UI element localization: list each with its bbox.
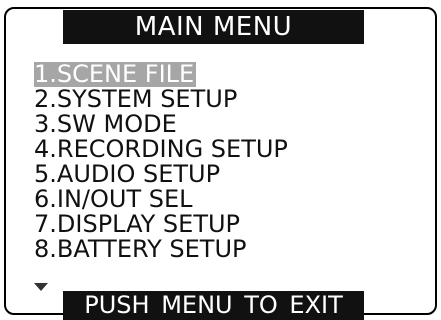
menu-item-label: 2.SYSTEM SETUP: [34, 85, 238, 113]
menu-item-label: 3.SW MODE: [34, 110, 177, 138]
menu-item-audio-setup[interactable]: 5.AUDIO SETUP: [34, 162, 290, 187]
menu-item-label: 1.SCENE FILE: [34, 60, 197, 88]
menu-item-recording-setup[interactable]: 4.RECORDING SETUP: [34, 137, 290, 162]
menu-item-label: 7.DISPLAY SETUP: [34, 210, 241, 238]
menu-item-sw-mode[interactable]: 3.SW MODE: [34, 112, 290, 137]
menu-item-label: 5.AUDIO SETUP: [34, 160, 221, 188]
menu-item-display-setup[interactable]: 7.DISPLAY SETUP: [34, 212, 290, 237]
main-menu-list: 1.SCENE FILE 2.SYSTEM SETUP 3.SW MODE 4.…: [34, 62, 290, 262]
menu-item-system-setup[interactable]: 2.SYSTEM SETUP: [34, 87, 290, 112]
menu-item-scene-file[interactable]: 1.SCENE FILE: [34, 62, 290, 87]
menu-item-battery-setup[interactable]: 8.BATTERY SETUP: [34, 237, 290, 262]
menu-item-in-out-sel[interactable]: 6.IN/OUT SEL: [34, 187, 290, 212]
menu-title: MAIN MENU: [63, 10, 364, 44]
triangle-down-icon: [34, 283, 48, 291]
menu-item-label: 8.BATTERY SETUP: [34, 235, 247, 263]
exit-hint: PUSH MENU TO EXIT: [63, 291, 364, 320]
menu-item-label: 6.IN/OUT SEL: [34, 185, 193, 213]
menu-item-label: 4.RECORDING SETUP: [34, 135, 288, 163]
